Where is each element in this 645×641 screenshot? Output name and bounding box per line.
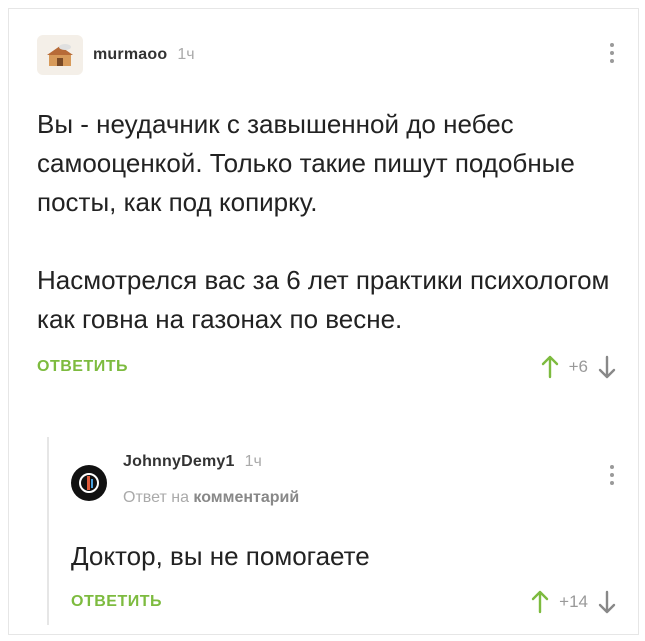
avatar[interactable] [71, 465, 107, 501]
reply-to-link[interactable]: комментарий [193, 489, 299, 506]
more-vertical-icon[interactable] [608, 465, 616, 485]
reply-to-prefix: Ответ на [123, 489, 189, 506]
comment-actions: ОТВЕТИТЬ +14 [71, 590, 616, 614]
arrow-down-icon[interactable] [598, 590, 616, 614]
comment-meta: JohnnyDemy1 1ч Ответ на комментарий [123, 453, 299, 507]
comment-body: Вы - неудачник с завышенной до небес сам… [37, 105, 627, 339]
arrow-up-icon[interactable] [541, 355, 559, 379]
comment-header: JohnnyDemy1 1ч Ответ на комментарий [71, 453, 616, 507]
vote-controls: +6 [541, 355, 616, 379]
comment-paragraph: Вы - неудачник с завышенной до небес сам… [37, 109, 575, 217]
score: +14 [559, 592, 588, 611]
vote-controls: +14 [531, 590, 616, 614]
avatar[interactable] [37, 35, 83, 75]
arrow-down-icon[interactable] [598, 355, 616, 379]
comment-header: murmaoo 1ч [37, 35, 616, 75]
reply-comment: JohnnyDemy1 1ч Ответ на комментарий Докт… [47, 437, 616, 625]
logo-icon [79, 473, 99, 493]
more-vertical-icon[interactable] [608, 43, 616, 63]
timestamp: 1ч [244, 453, 262, 470]
reply-button[interactable]: ОТВЕТИТЬ [71, 593, 162, 611]
score: +6 [568, 357, 588, 376]
comment-paragraph: Насмотрелся вас за 6 лет практики психол… [37, 265, 610, 334]
timestamp: 1ч [177, 46, 195, 63]
house-cloud-icon [47, 44, 73, 66]
username[interactable]: murmaoo [93, 46, 167, 64]
reply-to: Ответ на комментарий [123, 489, 299, 507]
comments-panel: murmaoo 1ч Вы - неудачник с завышенной д… [8, 8, 639, 635]
comment-body: Доктор, вы не помогаете [71, 541, 370, 571]
username[interactable]: JohnnyDemy1 [123, 453, 235, 471]
comment-actions: ОТВЕТИТЬ +6 [37, 355, 616, 379]
reply-button[interactable]: ОТВЕТИТЬ [37, 358, 128, 376]
arrow-up-icon[interactable] [531, 590, 549, 614]
comment: murmaoo 1ч Вы - неудачник с завышенной д… [37, 35, 616, 379]
